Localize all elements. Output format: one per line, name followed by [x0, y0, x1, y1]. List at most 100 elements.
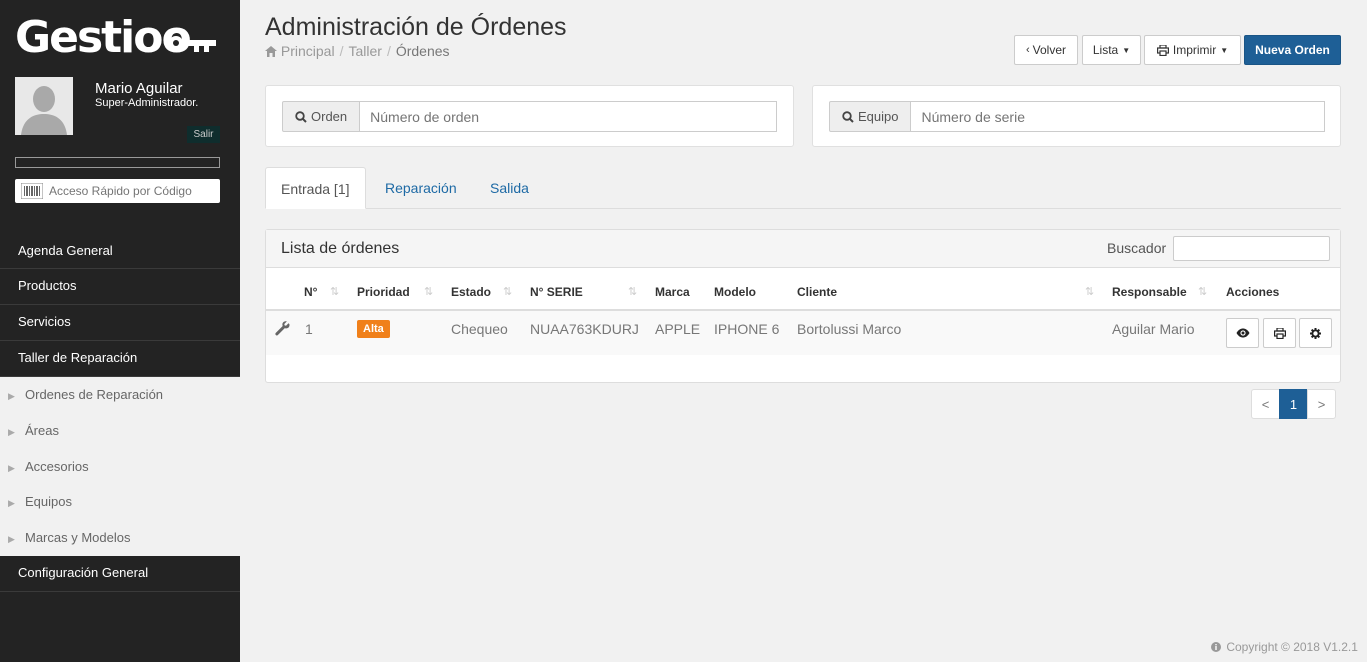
column-header-estado[interactable]: Estado: [451, 285, 491, 299]
sidebar-nav: Agenda General Productos Servicios Talle…: [0, 233, 240, 592]
caret-down-icon: ▼: [1220, 45, 1229, 55]
user-name: Mario Aguilar: [95, 80, 183, 97]
print-order-button[interactable]: [1263, 318, 1296, 348]
order-tabs: Entrada [1] Reparación Salida: [265, 167, 1341, 209]
gear-icon: [1310, 327, 1321, 339]
orders-panel: Lista de órdenes Buscador N° ⇅ Prioridad…: [265, 229, 1341, 383]
order-search-label: Orden: [282, 101, 361, 132]
page-title: Administración de Órdenes: [265, 13, 567, 41]
caret-down-icon: ▼: [1122, 45, 1131, 55]
equipment-search-group: Equipo: [829, 101, 1326, 132]
column-header-cliente[interactable]: Cliente: [797, 285, 837, 299]
sidebar-item-config[interactable]: Configuración General: [0, 555, 240, 592]
panel-header: Lista de órdenes Buscador: [266, 230, 1340, 268]
chevron-left-icon: ‹: [1025, 44, 1030, 56]
breadcrumb-ordenes: Órdenes: [395, 43, 450, 59]
pagination-next[interactable]: >: [1307, 389, 1336, 419]
app-logo[interactable]: Gestioo: [15, 12, 192, 64]
column-header-acciones: Acciones: [1226, 285, 1280, 299]
search-icon: [842, 110, 854, 123]
sidebar-subitem-ordenes[interactable]: ▶ Ordenes de Reparación: [0, 377, 240, 413]
table-search-input[interactable]: [1173, 236, 1330, 261]
barcode-icon: [21, 183, 43, 199]
sort-desc-icon[interactable]: ⇅: [628, 285, 637, 298]
sidebar-subitem-areas[interactable]: ▶ Áreas: [0, 413, 240, 449]
sidebar-submenu-taller: ▶ Ordenes de Reparación ▶ Áreas ▶ Accesorio…: [0, 377, 240, 556]
sidebar-item-servicios[interactable]: Servicios: [0, 305, 240, 341]
printer-icon: [1156, 44, 1169, 56]
printer-icon: [1273, 327, 1286, 339]
priority-badge: Alta: [357, 320, 390, 338]
list-dropdown-button[interactable]: Lista ▼: [1082, 35, 1141, 65]
back-button[interactable]: ‹ Volver: [1014, 35, 1078, 65]
pagination-page-1[interactable]: 1: [1279, 389, 1308, 419]
order-search-box: Orden: [265, 85, 794, 147]
sidebar-subitem-marcas[interactable]: ▶ Marcas y Modelos: [0, 520, 240, 556]
settings-button[interactable]: [1299, 318, 1332, 348]
order-number-input[interactable]: [360, 101, 778, 132]
sidebar-subitem-label: Ordenes de Reparación: [25, 387, 164, 402]
column-header-modelo[interactable]: Modelo: [714, 285, 756, 299]
column-header-prioridad[interactable]: Prioridad: [357, 285, 410, 299]
sidebar-subitem-label: Equipos: [25, 494, 72, 510]
cell-num: 1: [305, 321, 313, 337]
column-header-responsable[interactable]: Responsable: [1112, 285, 1187, 299]
tab-reparacion[interactable]: Reparación: [385, 167, 457, 209]
sidebar-item-taller[interactable]: Taller de Reparación: [0, 341, 240, 377]
caret-right-icon: ▶: [8, 498, 15, 509]
caret-right-icon: ▶: [8, 534, 15, 545]
cell-responsable: Aguilar Mario: [1112, 321, 1195, 337]
sidebar-subitem-label: Marcas y Modelos: [25, 530, 131, 546]
progress-bar: [15, 157, 220, 168]
tab-entrada[interactable]: Entrada [1]: [265, 167, 366, 209]
breadcrumb: Principal / Taller / Órdenes: [265, 43, 450, 59]
sidebar: Gestioo Mario Aguilar Super-Administrado…: [0, 0, 240, 662]
serial-number-input[interactable]: [911, 101, 1326, 132]
home-icon: [265, 46, 277, 57]
cell-marca: APPLE: [655, 321, 701, 337]
sidebar-subitem-equipos[interactable]: ▶ Equipos: [0, 484, 240, 520]
avatar: [15, 77, 73, 135]
caret-right-icon: ▶: [8, 391, 15, 401]
sort-asc-icon[interactable]: ⇅: [424, 285, 433, 298]
info-icon: [1211, 642, 1221, 652]
view-button[interactable]: [1226, 318, 1259, 348]
sidebar-item-agenda[interactable]: Agenda General: [0, 233, 240, 269]
user-silhouette-icon: [15, 77, 73, 135]
new-order-button[interactable]: Nueva Orden: [1244, 35, 1341, 65]
sort-icon[interactable]: ⇅: [1198, 285, 1207, 298]
sidebar-subitem-label: Accesorios: [25, 458, 89, 474]
cell-estado: Chequeo: [451, 321, 508, 337]
pagination: < 1 >: [1251, 389, 1336, 419]
quick-access-input[interactable]: [49, 182, 214, 200]
sidebar-subitem-accesorios[interactable]: ▶ Accesorios: [0, 449, 240, 485]
logout-button[interactable]: Salir: [187, 126, 220, 143]
cell-cliente: Bortolussi Marco: [797, 321, 902, 337]
sidebar-item-productos[interactable]: Productos: [0, 269, 240, 305]
key-icon: [169, 36, 216, 52]
equipment-search-box: Equipo: [812, 85, 1341, 147]
equipment-search-label: Equipo: [829, 101, 912, 132]
sidebar-subitem-label: Áreas: [25, 422, 59, 438]
breadcrumb-principal[interactable]: Principal: [281, 43, 335, 59]
column-header-serie[interactable]: N° SERIE: [530, 285, 583, 299]
eye-icon: [1236, 328, 1249, 338]
wrench-icon: [275, 321, 290, 336]
sort-icon[interactable]: ⇅: [1085, 285, 1094, 298]
copyright: Copyright © 2018 V1.2.1: [1211, 640, 1358, 654]
pagination-prev[interactable]: <: [1251, 389, 1280, 419]
panel-title: Lista de órdenes: [281, 240, 400, 257]
column-header-marca[interactable]: Marca: [655, 285, 690, 299]
caret-right-icon: ▶: [8, 462, 15, 473]
breadcrumb-taller[interactable]: Taller: [348, 43, 381, 59]
search-icon: [295, 110, 307, 123]
cell-modelo: IPHONE 6: [714, 321, 780, 337]
column-header-num[interactable]: N°: [304, 285, 317, 299]
print-dropdown-button[interactable]: Imprimir ▼: [1144, 35, 1241, 65]
caret-right-icon: ▶: [8, 426, 15, 437]
sort-desc-icon[interactable]: ⇅: [503, 285, 512, 298]
cell-serie: NUAA763KDURJ: [530, 321, 639, 337]
tab-salida[interactable]: Salida: [490, 167, 529, 209]
sort-icon[interactable]: ⇅: [330, 285, 339, 298]
user-role: Super-Administrador.: [95, 97, 199, 109]
